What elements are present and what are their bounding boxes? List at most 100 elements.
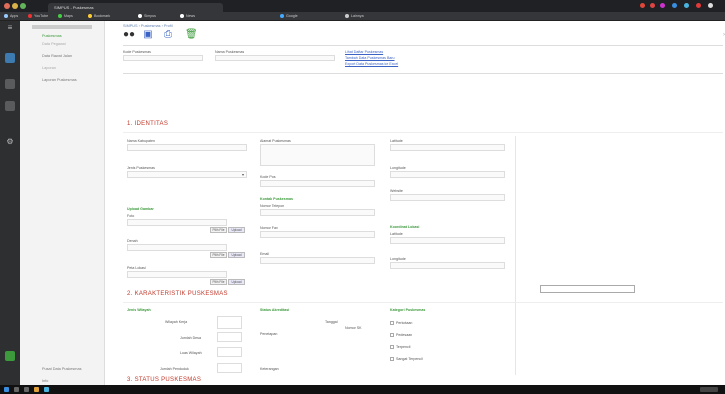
tambah-puskesmas-link[interactable]: Tambah Data Puskesmas Baru: [345, 56, 395, 60]
gear-icon[interactable]: ⚙: [5, 137, 15, 147]
minimize-window-icon[interactable]: [12, 3, 18, 9]
pilih-denah-button[interactable]: Pilih File: [210, 252, 227, 258]
menu-icon[interactable]: ≡: [5, 23, 15, 33]
latitude-input[interactable]: [390, 144, 505, 151]
bookmark-more[interactable]: Lainnya: [345, 14, 364, 19]
puskesmas-icon[interactable]: [5, 53, 15, 63]
denah-file-input[interactable]: [127, 244, 227, 251]
jumlah-desa-input[interactable]: [217, 332, 242, 342]
telepon-label: Nomor Telepon: [260, 204, 285, 208]
extension-icon[interactable]: [660, 3, 665, 8]
fax-label: Nomor Fax: [260, 226, 278, 230]
luas-wilayah-input[interactable]: [217, 347, 242, 357]
upload-peta-button[interactable]: Upload: [228, 279, 245, 285]
sidebar-item-laporan-puskesmas[interactable]: Laporan Puskesmas: [42, 78, 77, 82]
taskbar-app-icon[interactable]: [14, 387, 19, 392]
sidebar-item-puskesmas[interactable]: Puskesmas: [42, 34, 62, 38]
bookmark-maps[interactable]: Maps: [58, 14, 73, 19]
jenis-wilayah-label: Jenis Wilayah: [127, 308, 151, 312]
upload-denah-button[interactable]: Upload: [228, 252, 245, 258]
koordinat-latitude-input[interactable]: [390, 237, 505, 244]
sidebar-item-pusat-data[interactable]: Pusat Data Puskesmas: [42, 367, 81, 371]
luas-wilayah-label: Luas Wilayah: [180, 351, 202, 355]
website-input[interactable]: [390, 194, 505, 201]
kode-puskesmas-input[interactable]: [123, 55, 203, 61]
koordinat-longitude-label: Longitude: [390, 257, 406, 261]
divider: [123, 73, 723, 74]
upload-group-label: Upload Gambar: [127, 207, 154, 211]
telepon-input[interactable]: [260, 209, 375, 216]
koordinat-longitude-input[interactable]: [390, 262, 505, 269]
sidebar-item-info[interactable]: Info: [42, 379, 48, 383]
sidebar-item-rawat-jalan[interactable]: Data Rawat Jalan: [42, 54, 72, 58]
kode-pos-input[interactable]: [260, 180, 375, 187]
sidebar-item-pegawai[interactable]: Data Pegawai: [42, 42, 66, 46]
section-karakteristik-title: 2. KARAKTERISTIK PUSKESMAS: [127, 291, 228, 297]
taskbar-app-icon[interactable]: [44, 387, 49, 392]
daftar-puskesmas-link[interactable]: Lihat Daftar Puskesmas: [345, 50, 383, 54]
sidebar-item-laporan[interactable]: Laporan: [42, 66, 56, 70]
divider: [123, 302, 723, 303]
youtube-icon: [28, 14, 32, 19]
akreditasi-keterangan-label: Keterangan: [260, 367, 279, 371]
kabupaten-label: Nama Kabupaten: [127, 139, 155, 143]
sangat-terpencil-checkbox[interactable]: [390, 357, 394, 361]
wilayah-kerja-input[interactable]: [217, 316, 242, 329]
extension-icon[interactable]: [672, 3, 677, 8]
chevron-right-icon[interactable]: ›: [719, 30, 725, 40]
maximize-window-icon[interactable]: [20, 3, 26, 9]
longitude-input[interactable]: [390, 171, 505, 178]
upload-foto-button[interactable]: Upload: [228, 227, 245, 233]
bookmark-item[interactable]: Bookmark: [88, 14, 110, 19]
bookmark-simpus[interactable]: Simpus: [138, 14, 156, 19]
peta-file-input[interactable]: [127, 271, 227, 278]
pilih-peta-button[interactable]: Pilih File: [210, 279, 227, 285]
profile-avatar[interactable]: [708, 3, 713, 8]
foto-file-input[interactable]: [127, 219, 227, 226]
app-rail: ≡ ⚙: [0, 21, 20, 385]
breadcrumb: SIMPUS › Puskesmas › Profil: [123, 24, 173, 28]
trash-icon[interactable]: 🗑: [185, 30, 198, 40]
extension-icon[interactable]: [696, 3, 701, 8]
jenis-puskesmas-select[interactable]: [127, 171, 247, 178]
export-puskesmas-link[interactable]: Export Data Puskesmas ke Excel: [345, 62, 398, 66]
data-center-icon[interactable]: [5, 351, 15, 361]
report-icon[interactable]: [5, 101, 15, 111]
clock-tray[interactable]: [700, 387, 718, 392]
alamat-label: Alamat Puskesmas: [260, 139, 291, 143]
browser-tab[interactable]: SIMPUS - Puskesmas: [48, 3, 223, 12]
bookmark-icon: [88, 14, 92, 19]
jumlah-penduduk-input[interactable]: [217, 363, 242, 373]
kabupaten-input[interactable]: [127, 144, 247, 151]
bookmark-apps[interactable]: Apps: [4, 14, 18, 19]
terpencil-checkbox[interactable]: [390, 345, 394, 349]
save-icon[interactable]: ▣: [143, 30, 153, 40]
close-window-icon[interactable]: [4, 3, 10, 9]
pedesaan-checkbox[interactable]: [390, 333, 394, 337]
terpencil-label: Terpencil: [396, 345, 411, 349]
bookmark-news[interactable]: News: [180, 14, 195, 19]
bookmark-youtube[interactable]: YouTube: [28, 14, 48, 19]
search-input[interactable]: [540, 285, 635, 293]
perkotaan-checkbox[interactable]: [390, 321, 394, 325]
binoculars-icon[interactable]: ●●: [123, 30, 135, 40]
fax-input[interactable]: [260, 231, 375, 238]
folder-icon: [345, 14, 349, 19]
alamat-textarea[interactable]: [260, 144, 375, 166]
extension-icon[interactable]: [640, 3, 645, 8]
pilih-foto-button[interactable]: Pilih File: [210, 227, 227, 233]
email-input[interactable]: [260, 257, 375, 264]
start-icon[interactable]: [4, 387, 9, 392]
nama-puskesmas-input[interactable]: [215, 55, 335, 61]
section-identitas-title: 1. IDENTITAS: [127, 121, 169, 127]
print-icon[interactable]: ⎙: [163, 30, 173, 40]
taskbar-app-icon[interactable]: [34, 387, 39, 392]
extension-icon[interactable]: [684, 3, 689, 8]
bookmark-google[interactable]: Google: [280, 14, 298, 19]
taskbar-app-icon[interactable]: [24, 387, 29, 392]
pedesaan-label: Pedesaan: [396, 333, 413, 337]
users-icon[interactable]: [5, 79, 15, 89]
browser-tab-bar: SIMPUS - Puskesmas: [0, 0, 725, 12]
extension-icon[interactable]: [650, 3, 655, 8]
chevron-down-icon: ▾: [242, 172, 245, 177]
